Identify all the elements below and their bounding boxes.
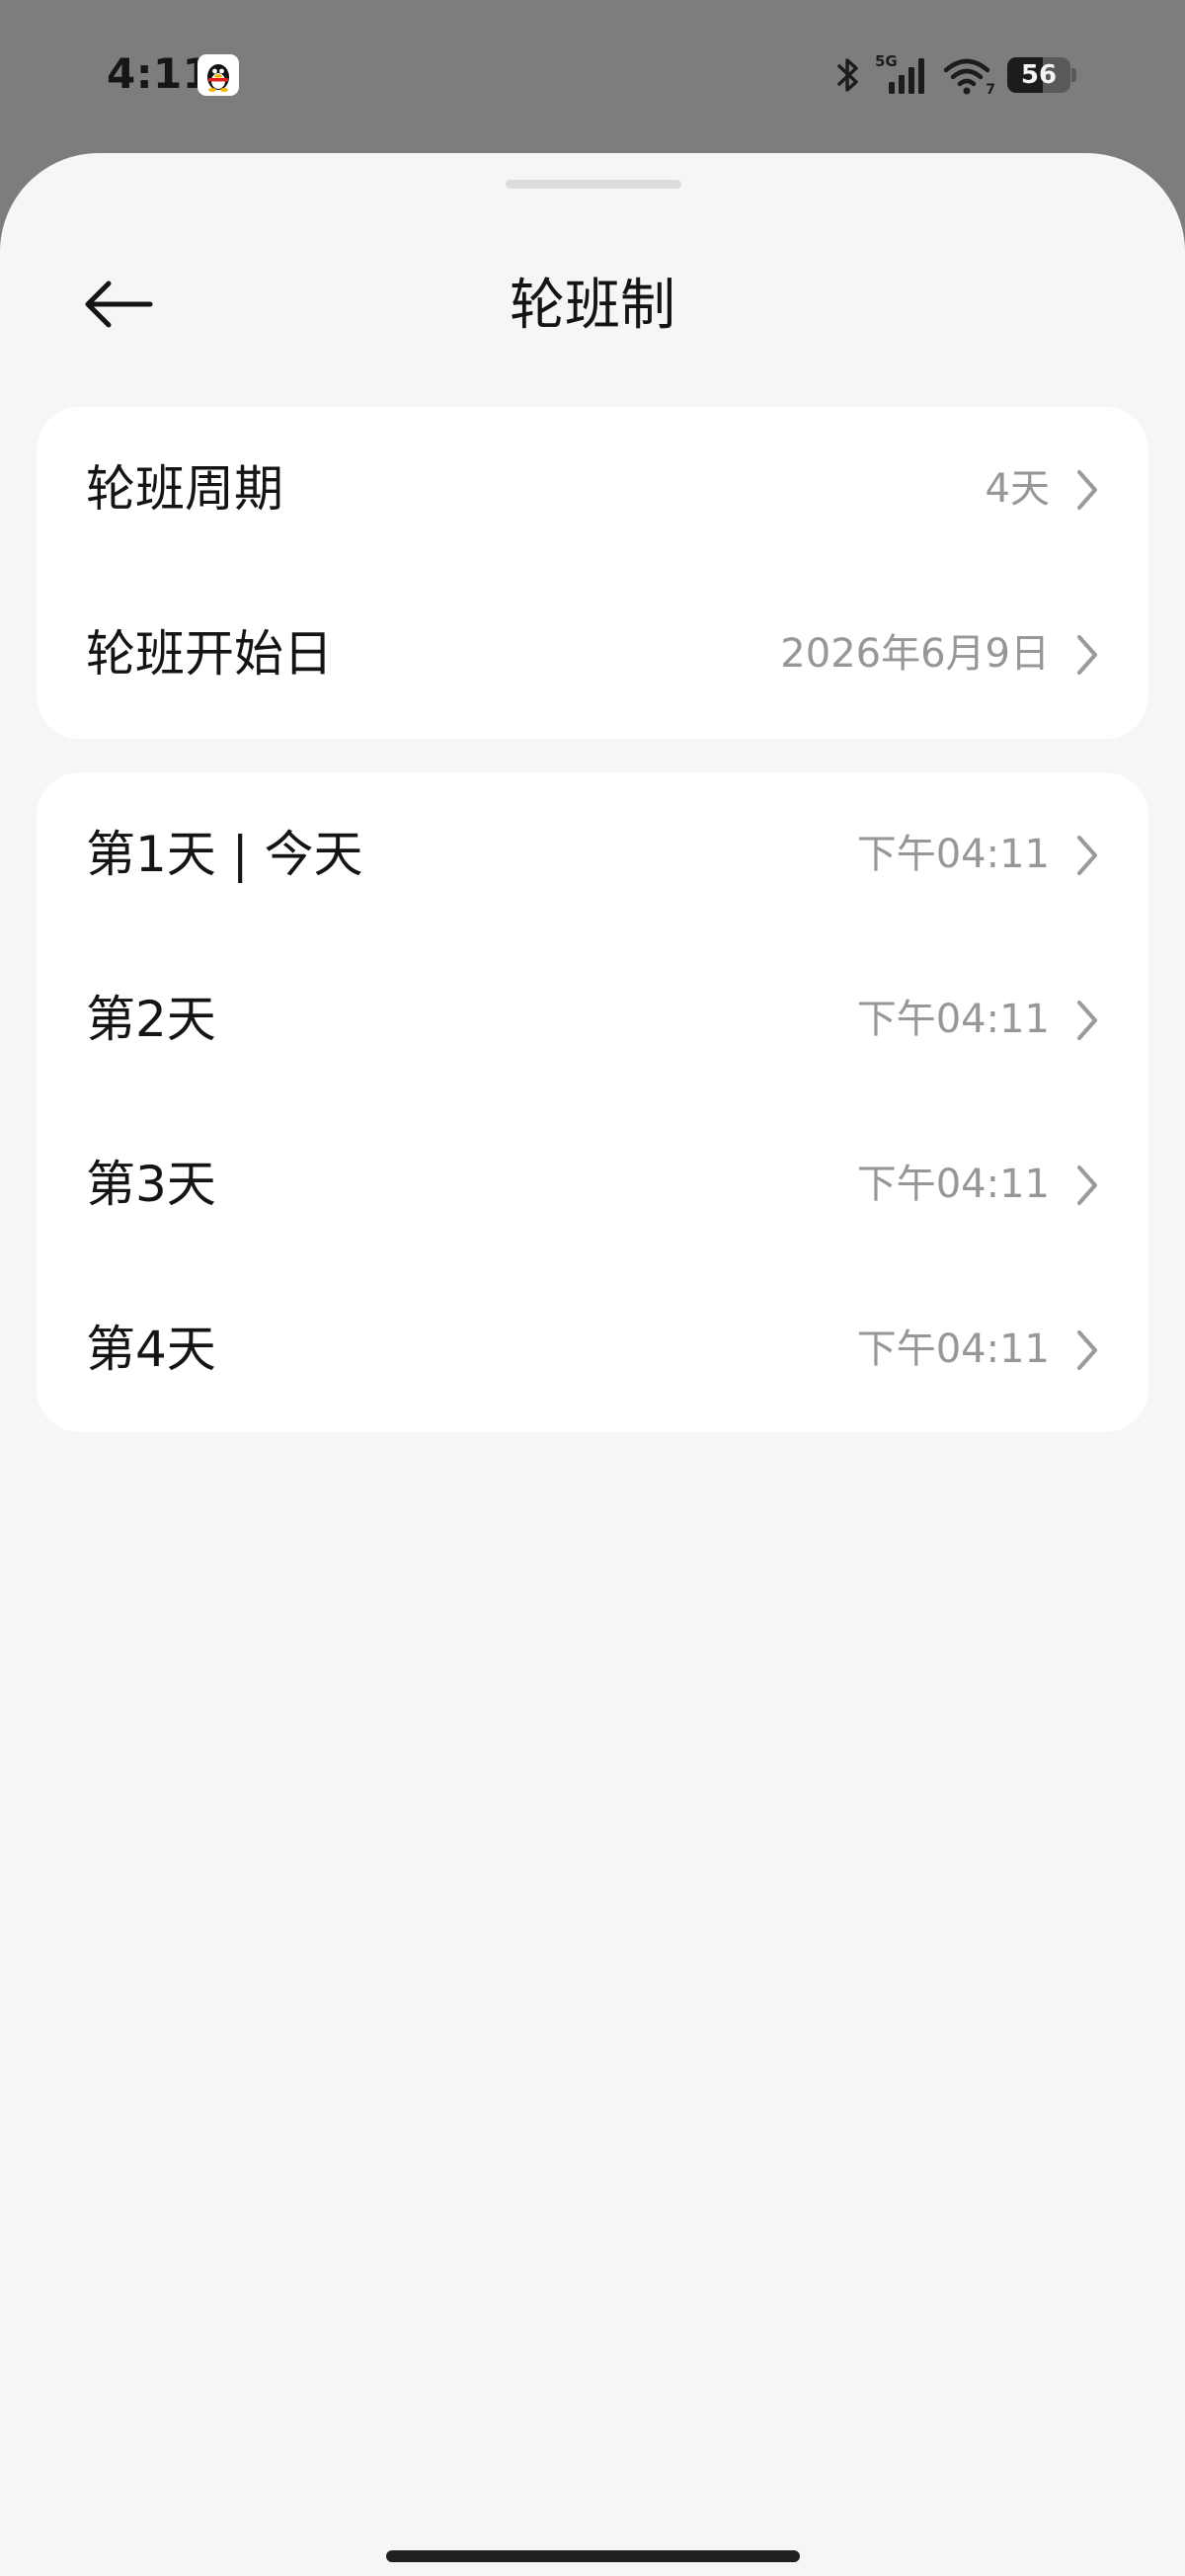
day-row-4[interactable]: 第4天 下午04:11 — [37, 1267, 1148, 1432]
day-label: 第2天 — [86, 991, 216, 1048]
day-time: 下午04:11 — [856, 832, 1050, 877]
settings-card: 轮班周期 4天 轮班开始日 2026年6月9日 — [37, 407, 1148, 739]
status-icons: 5G 7 56 — [833, 47, 1076, 103]
day-label: 第3天 — [86, 1156, 216, 1213]
chevron-right-icon — [1077, 635, 1097, 675]
status-bar: 4:11 5G 7 56 — [0, 0, 1185, 153]
home-indicator[interactable] — [386, 2550, 800, 2562]
day-row-2[interactable]: 第2天 下午04:11 — [37, 937, 1148, 1102]
drag-handle[interactable] — [506, 180, 681, 189]
page-title: 轮班制 — [510, 274, 675, 338]
battery-percent: 56 — [1020, 60, 1058, 90]
chevron-right-icon — [1077, 1330, 1097, 1370]
bottom-sheet: 轮班制 轮班周期 4天 轮班开始日 2026年6月9日 第1天 | 今天 下午0… — [0, 153, 1185, 2576]
status-time: 4:11 — [107, 49, 212, 98]
day-label: 第1天 | 今天 — [86, 826, 363, 883]
day-row-1[interactable]: 第1天 | 今天 下午04:11 — [37, 772, 1148, 937]
cellular-signal-icon: 5G — [875, 52, 930, 98]
wifi-badge: 7 — [986, 82, 995, 98]
cycle-label: 轮班周期 — [86, 460, 283, 518]
day-row-3[interactable]: 第3天 下午04:11 — [37, 1102, 1148, 1267]
battery-body: 56 — [1007, 57, 1070, 93]
chevron-right-icon — [1077, 1166, 1097, 1205]
day-time: 下午04:11 — [856, 1327, 1050, 1372]
cycle-row[interactable]: 轮班周期 4天 — [37, 407, 1148, 572]
start-date-value: 2026年6月9日 — [780, 631, 1050, 677]
cycle-value: 4天 — [985, 466, 1050, 512]
bluetooth-icon — [833, 53, 863, 97]
day-time: 下午04:11 — [856, 997, 1050, 1042]
battery-tip — [1071, 68, 1076, 82]
day-label: 第4天 — [86, 1321, 216, 1378]
days-card: 第1天 | 今天 下午04:11 第2天 下午04:11 第3天 下午04:11… — [37, 772, 1148, 1432]
start-date-label: 轮班开始日 — [86, 625, 333, 683]
chevron-right-icon — [1077, 470, 1097, 510]
start-date-row[interactable]: 轮班开始日 2026年6月9日 — [37, 572, 1148, 737]
day-time: 下午04:11 — [856, 1162, 1050, 1207]
chevron-right-icon — [1077, 836, 1097, 875]
battery-icon: 56 — [1007, 57, 1076, 93]
qq-notification-icon — [198, 54, 239, 96]
chevron-right-icon — [1077, 1001, 1097, 1040]
wifi-icon: 7 — [942, 52, 995, 98]
